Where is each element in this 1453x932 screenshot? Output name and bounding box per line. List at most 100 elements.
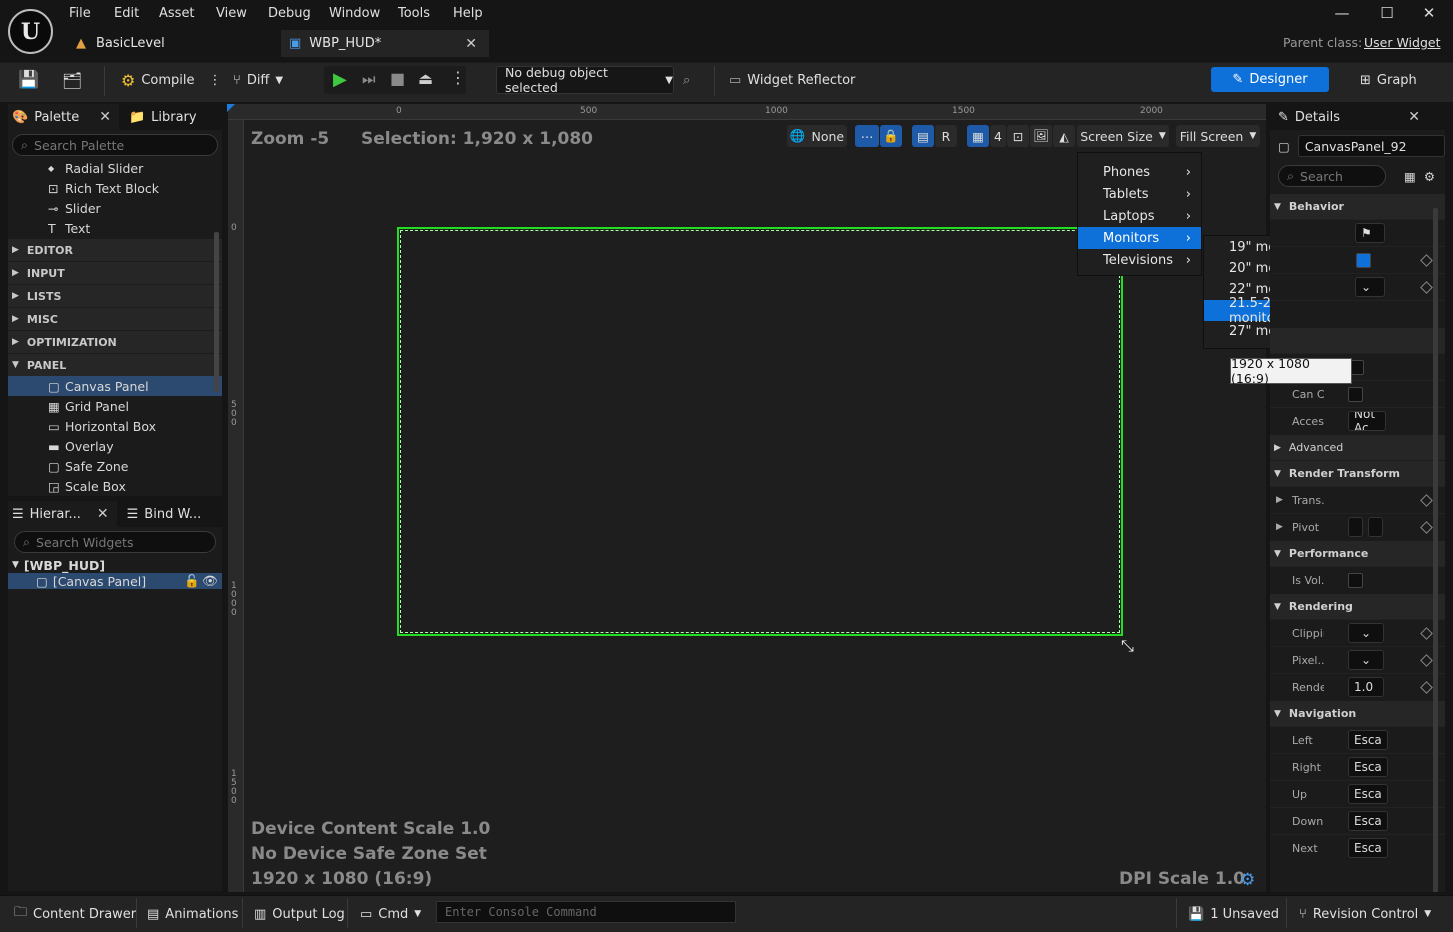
category-optimization[interactable]: ▶ OPTIMIZATION [8, 330, 222, 353]
fill-screen-dropdown[interactable]: Fill Screen ▼ [1176, 125, 1260, 147]
pivot-y-field[interactable] [1368, 517, 1383, 537]
render-mode-button[interactable]: R [935, 125, 957, 147]
pixel-snapping-select[interactable]: ⌄ [1348, 650, 1384, 670]
reset-diamond-icon[interactable] [1420, 253, 1433, 267]
category-input[interactable]: ▶ INPUT [8, 261, 222, 284]
zoom-to-fit-icon[interactable]: ⊡ [1007, 125, 1029, 147]
play-icon[interactable]: ▶ [333, 69, 347, 90]
menu-file[interactable]: File [69, 6, 91, 24]
tab-wbp-hud[interactable]: ▣ WBP_HUD* ✕ [281, 30, 489, 57]
palette-item-radial-slider[interactable]: ◆ Radial Slider [48, 158, 222, 178]
canvas-panel-bounds[interactable] [397, 227, 1123, 636]
menu-item-phones[interactable]: Phones › [1078, 161, 1201, 183]
tab-details[interactable]: ✎ Details ✕ [1270, 104, 1445, 130]
unsaved-button[interactable]: 💾 1 Unsaved [1188, 904, 1279, 924]
accessible-behavior-select[interactable]: Not Ac [1348, 411, 1386, 431]
can-children-accessible-checkbox[interactable] [1348, 386, 1363, 402]
screen-size-dropdown[interactable]: Screen Size ▼ [1077, 125, 1169, 147]
nav-up-select[interactable]: Esca [1348, 784, 1388, 804]
respect-locks-icon[interactable]: ▤ [912, 125, 934, 147]
unreal-logo-icon[interactable]: U [8, 9, 53, 54]
category-lists[interactable]: ▶ LISTS [8, 284, 222, 307]
lock-icon[interactable]: 🔓 [184, 573, 200, 589]
tab-palette[interactable]: 🎨 Palette ✕ [8, 104, 119, 130]
flow-direction-icon[interactable]: ⋯ [855, 125, 879, 147]
close-tab-icon[interactable]: ✕ [465, 36, 477, 52]
revision-control-button[interactable]: ⑂ Revision Control ▼ [1299, 904, 1431, 924]
designer-mode-button[interactable]: ✎ Designer [1211, 67, 1329, 92]
is-volatile-checkbox[interactable] [1348, 572, 1363, 588]
content-drawer-button[interactable]: 🗀 Content Drawer [14, 904, 136, 924]
save-icon[interactable]: 💾 [18, 68, 39, 92]
section-advanced[interactable]: ▶ Advanced [1270, 434, 1445, 460]
hierarchy-search-input[interactable]: ⌕ Search Widgets [14, 531, 216, 553]
palette-item-overlay[interactable]: ▬ Overlay [8, 436, 222, 456]
parent-class-link[interactable]: User Widget [1364, 35, 1440, 50]
stop-icon[interactable]: ■ [390, 69, 405, 88]
resize-handle-icon[interactable]: ⤡ [1121, 636, 1134, 656]
widget-reflector-button[interactable]: ▭ Widget Reflector [729, 68, 855, 92]
palette-item-horizontal-box[interactable]: ▭ Horizontal Box [8, 416, 222, 436]
section-rendering[interactable]: ▼ Rendering [1270, 593, 1445, 619]
property-transform[interactable]: ▶Trans... [1270, 486, 1445, 513]
property-matrix-icon[interactable]: ▦ [1404, 169, 1416, 184]
grid-size-value[interactable]: 4 [990, 125, 1006, 147]
section-render-transform[interactable]: ▼ Render Transform [1270, 460, 1445, 486]
debug-object-select[interactable]: No debug object selected ▼ [496, 65, 674, 95]
nav-left-select[interactable]: Esca [1348, 730, 1388, 750]
tab-library[interactable]: 📁 Library [119, 110, 197, 125]
browse-icon[interactable]: 🗂 [62, 68, 82, 92]
render-opacity-field[interactable]: 1.0 [1348, 677, 1384, 697]
category-misc[interactable]: ▶ MISC [8, 307, 222, 330]
enabled-checkbox[interactable] [1356, 252, 1371, 268]
menu-item-monitors[interactable]: Monitors › [1078, 227, 1201, 249]
section-behavior[interactable]: ▼ Behavior [1270, 193, 1445, 219]
tree-item-canvas-panel[interactable]: ▢ [Canvas Panel] 🔓 👁 [8, 573, 222, 589]
menu-item-televisions[interactable]: Televisions › [1078, 249, 1201, 271]
diff-button[interactable]: ⑂ Diff ▼ [233, 68, 283, 92]
widget-name-field[interactable]: CanvasPanel_92 [1297, 135, 1445, 157]
play-options-icon[interactable]: ⋮ [450, 68, 466, 87]
palette-item-rich-text[interactable]: ⊡ Rich Text Block [48, 178, 222, 198]
palette-item-canvas-panel[interactable]: ▢ Canvas Panel [8, 376, 222, 396]
reset-diamond-icon[interactable] [1420, 493, 1433, 507]
settings-gear-icon[interactable]: ⚙ [1424, 169, 1435, 184]
menu-tools[interactable]: Tools [398, 6, 430, 24]
reset-diamond-icon[interactable] [1420, 626, 1433, 640]
menu-asset[interactable]: Asset [159, 6, 195, 24]
close-tab-icon[interactable]: ✕ [97, 506, 109, 522]
output-log-button[interactable]: ▥ Output Log [254, 904, 345, 924]
reset-diamond-icon[interactable] [1420, 520, 1433, 534]
localization-preview-button[interactable]: 🌐 None [787, 125, 847, 147]
palette-item-safe-zone[interactable]: ▢ Safe Zone [8, 456, 222, 476]
lock-icon[interactable]: 🔒 [880, 125, 902, 147]
close-tab-icon[interactable]: ✕ [1408, 109, 1420, 125]
tab-hierarchy[interactable]: ☰ Hierar... ✕ [8, 501, 117, 527]
reset-diamond-icon[interactable] [1420, 280, 1433, 294]
cmd-dropdown[interactable]: ▭ Cmd ▼ [360, 904, 421, 924]
find-debug-icon[interactable]: ⌕ [683, 68, 690, 92]
console-input[interactable]: Enter Console Command [436, 901, 736, 923]
category-editor[interactable]: ▶ EDITOR [8, 238, 222, 261]
tab-bind-widgets[interactable]: ☰ Bind W... [117, 507, 202, 522]
nav-down-select[interactable]: Esca [1348, 811, 1388, 831]
menu-item-tablets[interactable]: Tablets › [1078, 183, 1201, 205]
reset-diamond-icon[interactable] [1420, 653, 1433, 667]
background-image-icon[interactable]: 🖼 [1030, 125, 1052, 147]
pivot-x-field[interactable] [1348, 517, 1363, 537]
eye-icon[interactable]: 👁 [202, 573, 218, 589]
close-tab-icon[interactable]: ✕ [99, 109, 111, 125]
graph-mode-button[interactable]: ⊞ Graph [1360, 68, 1417, 92]
compile-options-icon[interactable]: ⋮ [209, 73, 222, 88]
tree-item-root[interactable]: ▼ [WBP_HUD] [8, 557, 222, 573]
palette-item-scale-box[interactable]: ◲ Scale Box [8, 476, 222, 496]
menu-edit[interactable]: Edit [114, 6, 139, 24]
section-performance[interactable]: ▼ Performance [1270, 540, 1445, 566]
menu-debug[interactable]: Debug [268, 6, 311, 24]
tab-basic-level[interactable]: ▲ BasicLevel [70, 30, 270, 57]
details-search-input[interactable]: ⌕ Search [1278, 165, 1386, 187]
property-pivot[interactable]: ▶ Pivot [1270, 513, 1445, 540]
step-icon[interactable]: ⏭ [362, 70, 376, 88]
dpi-settings-icon[interactable]: ⚙ [1240, 870, 1255, 890]
palette-item-slider[interactable]: ⊸ Slider [48, 198, 222, 218]
